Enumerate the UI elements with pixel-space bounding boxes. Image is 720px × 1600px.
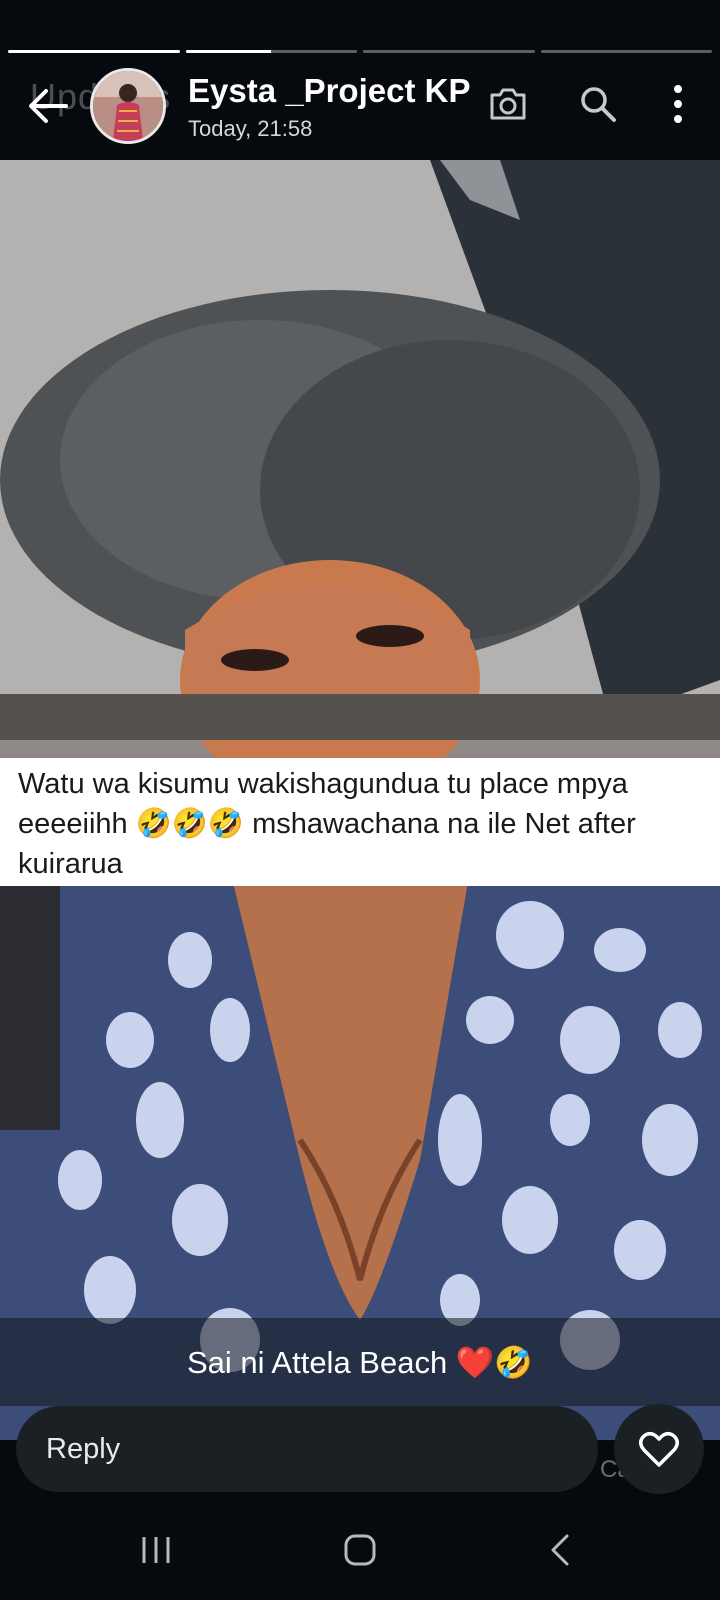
status-caption-text: Sai ni Attela Beach ❤️🤣 [186, 1344, 534, 1380]
recent-apps-icon [142, 1537, 170, 1563]
status-timestamp: Today, 21:58 [188, 116, 313, 141]
status-caption: Sai ni Attela Beach ❤️🤣 [0, 1318, 720, 1406]
avatar[interactable] [90, 68, 166, 144]
recent-apps-button[interactable] [126, 1530, 186, 1570]
status-caption-overlay: Watu wa kisumu wakishagundua tu place mp… [0, 758, 720, 886]
back-button[interactable] [24, 86, 70, 126]
reply-input[interactable]: Reply [16, 1406, 598, 1492]
home-button[interactable] [330, 1530, 390, 1570]
home-icon [344, 1534, 376, 1566]
like-button[interactable] [614, 1404, 704, 1494]
reply-placeholder: Reply [46, 1432, 121, 1465]
camera-icon [490, 88, 526, 120]
back-icon [551, 1534, 569, 1566]
arrow-left-icon [29, 89, 68, 123]
system-navigation-bar [0, 1500, 720, 1600]
caption-overlay-text: Watu wa kisumu wakishagundua tu place mp… [18, 768, 636, 880]
heart-outline-icon [639, 1432, 679, 1467]
system-back-button[interactable] [530, 1530, 590, 1570]
search-icon [581, 87, 616, 122]
more-options-button[interactable] [650, 76, 706, 132]
contact-name[interactable]: Eysta _Project KP [188, 72, 470, 110]
status-header: Updates Eysta _Project KP Today, 21:58 [0, 60, 720, 152]
status-image[interactable]: Watu wa kisumu wakishagundua tu place mp… [0, 160, 720, 1440]
camera-button[interactable] [480, 76, 536, 132]
status-progress-bar [8, 50, 712, 54]
search-button[interactable] [570, 76, 626, 132]
progress-segment [363, 50, 535, 53]
more-vert-icon [674, 85, 682, 123]
progress-segment [185, 50, 357, 53]
progress-segment [540, 50, 712, 53]
progress-segment [8, 50, 180, 53]
